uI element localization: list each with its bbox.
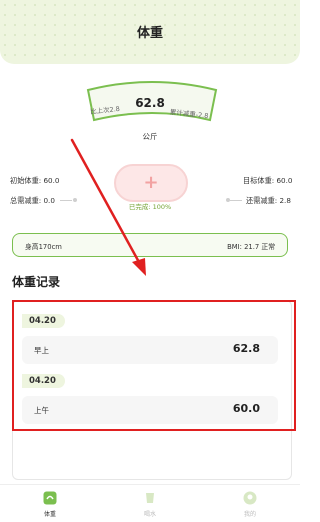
bmi-value: BMI: 21.7 正常 <box>227 243 275 251</box>
profile-icon <box>243 491 257 505</box>
scale-icon <box>43 491 57 505</box>
nav-weight[interactable]: 体重 <box>0 485 100 522</box>
weight-unit: 公斤 <box>142 132 158 141</box>
current-weight: 62.8 <box>135 96 165 110</box>
completion-status: 已完成: 100% <box>128 203 172 211</box>
initial-weight: 初始体重: 60.0 <box>10 176 60 185</box>
bottom-nav: 体重 喝水 我的 <box>0 484 300 522</box>
add-weight-button[interactable]: + <box>114 164 188 202</box>
highlight-box <box>12 300 296 431</box>
water-cup-icon <box>146 493 154 503</box>
nav-water[interactable]: 喝水 <box>100 485 200 522</box>
body-info-bar[interactable]: 身高170cm BMI: 21.7 正常 <box>12 233 288 257</box>
page-title: 体重 <box>136 26 163 41</box>
target-weight: 目标体重: 60.0 <box>243 176 293 185</box>
records-title: 体重记录 <box>12 275 61 289</box>
nav-label: 喝水 <box>143 511 156 518</box>
height-value: 身高170cm <box>25 243 62 251</box>
arrow-head <box>132 258 146 276</box>
nav-label: 体重 <box>43 511 56 518</box>
plus-icon: + <box>143 172 159 193</box>
nav-label: 我的 <box>243 511 256 518</box>
nav-profile[interactable]: 我的 <box>200 485 300 522</box>
